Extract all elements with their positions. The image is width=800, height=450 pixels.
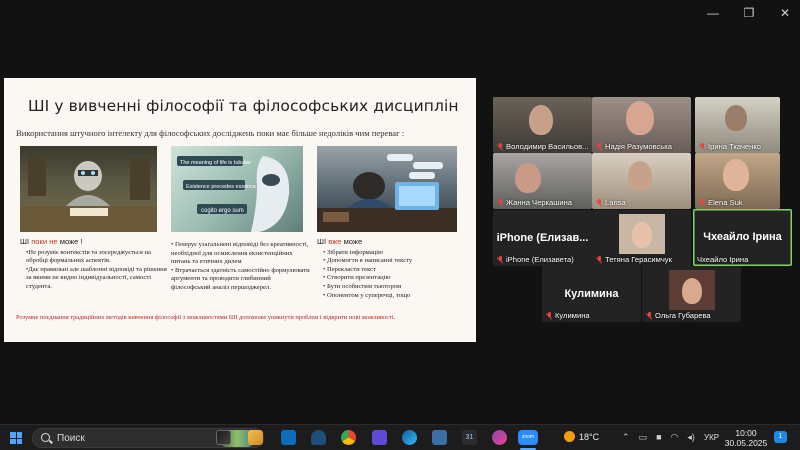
ai-drawbacks-column: • Генерує узагальнені відповіді без креа… [171, 241, 311, 293]
list-item: • Втрачається здатність самостійно форму… [171, 266, 310, 291]
taskbar: Поиск 31 zoom 18°C ⌃ ▭ ■ ◠ ◂) УКР 10:00 … [0, 424, 800, 450]
participant-tile[interactable]: Elena Suk [695, 153, 780, 209]
temperature: 18°C [579, 431, 600, 442]
participant-tile[interactable]: iPhone (Елизав... iPhone (Елизавета) [493, 210, 592, 266]
participant-name: Кулимина [555, 311, 590, 320]
list-item: •Дає правильні але шаблонні відповіді та… [26, 265, 167, 290]
system-tray: ⌃ ▭ ■ ◠ ◂) [622, 432, 695, 443]
search-label: Поиск [57, 433, 85, 444]
participant-tile[interactable]: Ірина Ткаченко [695, 97, 780, 153]
mic-muted-icon [596, 255, 603, 264]
list-item: • Опонентом у суперечці, тощо [323, 291, 411, 299]
desktop-screen: — ❐ ✕ ШІ у вивченні філософії та філософ… [0, 0, 800, 450]
participant-name: Ірина Ткаченко [708, 142, 761, 151]
zoom-app-icon[interactable]: zoom [518, 430, 538, 445]
participant-name: Ольга Губарева [655, 311, 711, 320]
sun-icon [564, 431, 575, 442]
close-button[interactable]: ✕ [778, 6, 792, 20]
list-item: • Створити презентацію [323, 274, 391, 282]
mic-muted-icon [699, 198, 706, 207]
mic-muted-icon [497, 142, 504, 151]
clock-date: 30.05.2025 [724, 438, 768, 448]
student-laptop-image [317, 146, 457, 232]
search-icon [41, 433, 50, 442]
mic-muted-icon [497, 255, 504, 264]
participant-big-name: iPhone (Елизав... [496, 232, 589, 244]
list-item: • Бути особистим тьютором [323, 282, 402, 290]
participant-photo [669, 270, 715, 310]
participant-name: Жанна Черкашина [506, 198, 573, 207]
camera-icon[interactable]: ■ [656, 432, 661, 443]
outlook-icon[interactable] [281, 430, 296, 445]
language-indicator[interactable]: УКР [704, 433, 719, 442]
mic-muted-icon [699, 142, 706, 151]
calendar-icon[interactable]: 31 [462, 430, 477, 445]
participant-tile[interactable]: Надія Разумовська [592, 97, 691, 153]
mic-muted-icon [596, 142, 603, 151]
volume-icon[interactable]: ◂) [687, 432, 695, 443]
participant-tile[interactable]: Тетяна Герасимчук [592, 210, 691, 266]
image-text-3: cogito ergo sum [201, 208, 244, 214]
participant-tile[interactable]: Larisa [592, 153, 691, 209]
participant-tile[interactable]: Володимир Васильов... [493, 97, 592, 153]
ai-can-heading: ШІ вже може [317, 237, 363, 246]
notification-badge[interactable]: 1 [774, 431, 787, 443]
wifi-icon[interactable]: ◠ [671, 432, 679, 443]
participant-name: Надія Разумовська [605, 142, 672, 151]
image-text-1: The meaning of life is tubular [180, 160, 251, 166]
ai-philosophy-image: The meaning of life is tubular Existence… [171, 146, 303, 232]
image-text-2: Existence precedes essence [186, 184, 256, 190]
ai-cannot-heading: ШІ поки не може ! [20, 237, 83, 246]
list-item: • Перекласти текст [323, 265, 376, 273]
participant-tile-active-speaker[interactable]: Чхеайло Ірина Чхеайло Ірина [693, 209, 792, 266]
chrome-icon[interactable] [341, 430, 356, 445]
participant-name: Тетяна Герасимчук [605, 255, 672, 264]
mic-muted-icon [546, 311, 553, 320]
slide-title: ШІ у вивченні філософії та філософських … [28, 97, 459, 115]
slide-subtitle: Використання штучного інтелекту для філо… [16, 128, 405, 138]
clock[interactable]: 10:00 30.05.2025 [724, 428, 768, 448]
messenger-icon[interactable] [492, 430, 507, 445]
participant-name: iPhone (Елизавета) [506, 255, 574, 264]
list-item: • Генерує узагальнені відповіді без креа… [171, 241, 309, 266]
security-shield-icon[interactable] [311, 430, 326, 445]
participant-name: Elena Suk [708, 198, 743, 207]
participant-tile[interactable]: Кулимина Кулимина [542, 266, 641, 322]
network-icon[interactable]: ▭ [639, 432, 648, 443]
participant-tile[interactable]: Ольга Губарева [642, 266, 741, 322]
mic-muted-icon [596, 198, 603, 207]
list-item: • Зібрати інформацію [323, 248, 384, 256]
windows-start-icon[interactable] [10, 432, 22, 444]
photos-icon[interactable] [432, 430, 447, 445]
file-explorer-icon[interactable] [248, 430, 263, 445]
chevron-up-icon[interactable]: ⌃ [622, 432, 630, 443]
shared-slide: ШІ у вивченні філософії та філософських … [4, 78, 476, 342]
minimize-button[interactable]: — [706, 6, 720, 20]
robot-writing-image [20, 146, 157, 232]
participant-name: Володимир Васильов... [506, 142, 589, 151]
mic-muted-icon [497, 198, 504, 207]
store-icon[interactable] [372, 430, 387, 445]
participant-name: Чхеайло Ірина [697, 255, 749, 264]
mic-muted-icon [646, 311, 653, 320]
weather-widget[interactable]: 18°C [564, 431, 599, 442]
restore-button[interactable]: ❐ [742, 6, 756, 20]
participant-tile[interactable]: Жанна Черкашина [493, 153, 592, 209]
participant-photo [619, 214, 665, 254]
participant-name: Larisa [605, 198, 626, 207]
ai-can-column: ШІ вже може • Зібрати інформацію • Допом… [317, 237, 457, 300]
participant-big-name: Кулимина [564, 288, 619, 300]
ai-cannot-column: ШІ поки не може ! •Не розуміє контекстів… [20, 237, 170, 292]
list-item: • Допомогти в написанні тексту [323, 257, 413, 265]
window-controls: — ❐ ✕ [706, 6, 792, 20]
slide-footer: Розумне поєднання традиційних методів ви… [16, 314, 396, 321]
task-view-icon[interactable] [216, 430, 231, 445]
list-item: •Не розуміє контекстів та зосереджується… [26, 248, 151, 265]
participant-big-name: Чхеайло Ірина [703, 231, 782, 243]
clock-time: 10:00 [735, 428, 757, 438]
edge-icon[interactable] [402, 430, 417, 445]
